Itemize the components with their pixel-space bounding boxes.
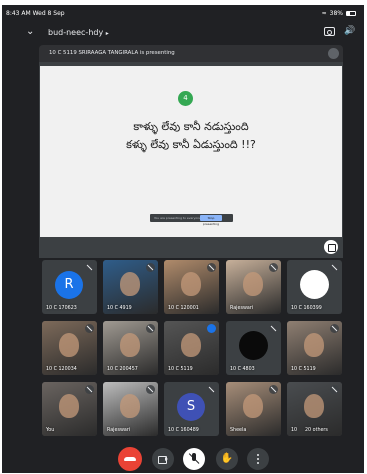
mic-off-icon — [330, 263, 339, 272]
participant-name: Rajeswari — [230, 306, 254, 311]
participant-name: 10 C 160399 — [291, 306, 322, 311]
participant-tile[interactable]: 10 C 120001 — [164, 260, 219, 314]
end-call-button[interactable] — [118, 447, 142, 471]
participant-name: 10 C 5119 — [291, 367, 316, 372]
presentation-stage[interactable]: 4 కాళ్ళు లేవు కానీ నడుస్తుంది కళ్ళు లేవు… — [39, 62, 343, 258]
participant-tile[interactable]: 10 C 120034 — [42, 321, 97, 375]
participant-name: 10 C 120001 — [168, 306, 199, 311]
speaking-indicator-icon — [207, 324, 216, 333]
participant-tile[interactable]: Rajeswari — [226, 260, 281, 314]
more-dot — [257, 454, 259, 456]
speaker-icon[interactable]: 🔊 — [344, 26, 355, 36]
more-options-button[interactable] — [247, 448, 269, 470]
participant-name: You — [46, 428, 55, 433]
more-dot — [257, 458, 259, 460]
participant-face — [120, 394, 140, 418]
mic-off-icon — [330, 324, 339, 333]
participant-tile[interactable]: 10 C 5119 — [287, 321, 342, 375]
participant-face — [59, 333, 79, 357]
participant-tile[interactable]: You — [42, 382, 97, 436]
shared-slide: 4 కాళ్ళు లేవు కానీ నడుస్తుంది కళ్ళు లేవు… — [40, 66, 342, 237]
presenter-label: 10 C 5119 SRIRAAGA TANGIRALA is presenti… — [49, 50, 175, 56]
switch-camera-icon[interactable] — [324, 27, 335, 36]
participant-face — [243, 272, 263, 296]
participant-tile[interactable]: Sheela — [226, 382, 281, 436]
participant-face — [120, 272, 140, 296]
mic-off-icon — [207, 385, 216, 394]
mic-off-icon — [269, 324, 278, 333]
slide-text-line-2: కళ్ళు లేవు కానీ ఏడుస్తుంది !!? — [126, 138, 256, 151]
participant-tile[interactable]: 10 C 160399 — [287, 260, 342, 314]
chevron-right-icon: ▸ — [105, 30, 109, 37]
call-controls: ✋ — [2, 445, 364, 473]
slide-text-line-1: కాళ్ళు లేవు కానీ నడుస్తుంది — [133, 120, 249, 133]
presentation-header: 10 C 5119 SRIRAAGA TANGIRALA is presenti… — [39, 45, 343, 62]
meeting-title[interactable]: bud-neec-hdy ▸ — [48, 28, 109, 37]
meeting-code: bud-neec-hdy — [48, 28, 104, 37]
avatar: R — [55, 271, 83, 299]
mic-off-icon — [207, 263, 216, 272]
status-time: 8:43 AM Wed 8 Sep — [6, 10, 65, 17]
participant-tile[interactable]: 10 C 4803 — [226, 321, 281, 375]
participant-tile[interactable]: 10 C 5119 — [164, 321, 219, 375]
participant-face — [59, 394, 79, 418]
participant-face — [181, 333, 201, 357]
participant-tile[interactable]: Rajeswari — [103, 382, 158, 436]
avatar — [239, 331, 268, 360]
participant-name: Rajeswari — [107, 428, 131, 433]
mic-off-button[interactable] — [183, 448, 205, 470]
participant-tile[interactable]: 10 C 200457 — [103, 321, 158, 375]
mic-off-icon — [85, 385, 94, 394]
share-notice-text: You are presenting to everyone — [154, 215, 201, 220]
participant-face — [120, 333, 140, 357]
mic-off-icon — [269, 263, 278, 272]
participant-face — [304, 333, 324, 357]
participant-name: 10 — [291, 428, 298, 433]
fullscreen-icon[interactable] — [324, 240, 338, 254]
mic-off-icon — [85, 324, 94, 333]
top-bar: ⌄ bud-neec-hdy ▸ 🔊 — [2, 23, 364, 47]
participant-name: 10 C 5119 — [168, 367, 193, 372]
more-dot — [257, 462, 259, 464]
participant-face — [243, 394, 263, 418]
meet-screen: 8:43 AM Wed 8 Sep ≈ 38% ⌄ bud-neec-hdy ▸… — [2, 5, 364, 473]
mic-off-icon — [330, 385, 339, 394]
stop-sharing-button[interactable]: Stop presenting — [200, 215, 222, 226]
status-bar: 8:43 AM Wed 8 Sep ≈ 38% — [2, 5, 364, 21]
wifi-icon: ≈ — [321, 10, 327, 17]
participant-name: Sheela — [230, 428, 247, 433]
mic-off-icon — [146, 324, 155, 333]
presentation-mic-icon — [328, 48, 339, 59]
participant-face — [304, 394, 324, 418]
mic-off-icon — [146, 263, 155, 272]
mic-off-icon — [146, 385, 155, 394]
mic-off-icon — [85, 263, 94, 272]
participant-name: 10 C 4803 — [230, 367, 255, 372]
participant-tile[interactable]: R 10 C 170623 — [42, 260, 97, 314]
battery-icon — [346, 11, 356, 16]
slide-badge: 4 — [178, 91, 193, 106]
battery-percent: 38% — [329, 10, 343, 17]
participant-name: 10 C 4919 — [107, 306, 132, 311]
avatar: S — [177, 393, 205, 421]
participant-tile[interactable]: 10 20 others — [287, 382, 342, 436]
status-right: ≈ 38% — [322, 10, 356, 17]
participant-face — [181, 272, 201, 296]
avatar — [300, 270, 329, 299]
mic-off-icon — [269, 385, 278, 394]
participant-name: 10 C 160489 — [168, 428, 199, 433]
participant-name: 10 C 170623 — [46, 306, 77, 311]
participant-name: 10 C 200457 — [107, 367, 138, 372]
participant-name: 10 C 120034 — [46, 367, 77, 372]
raise-hand-button[interactable]: ✋ — [216, 448, 238, 470]
camera-button[interactable] — [152, 448, 174, 470]
others-count-label: 20 others — [305, 428, 328, 433]
collapse-chevron-icon[interactable]: ⌄ — [26, 26, 34, 37]
share-notice-bar: You are presenting to everyone Stop pres… — [150, 214, 233, 226]
participant-tile[interactable]: S 10 C 160489 — [164, 382, 219, 436]
participant-tile[interactable]: 10 C 4919 — [103, 260, 158, 314]
